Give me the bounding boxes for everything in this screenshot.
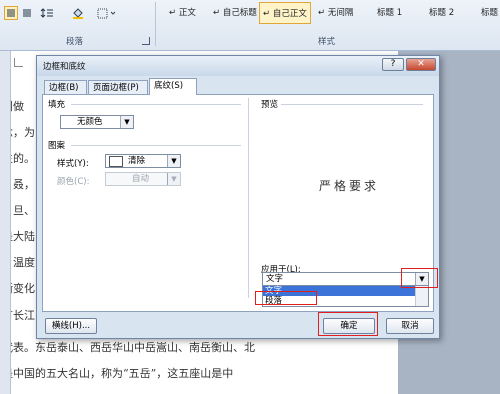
fill-section-label: 填充 bbox=[48, 100, 66, 110]
doc-line: 是中国的五大名山，称为“五岳”，这五座山是中 bbox=[2, 367, 234, 380]
style-own-body[interactable]: ↵ 自己正文 bbox=[259, 2, 311, 24]
dialog-title: 边框和底纹 bbox=[43, 62, 86, 72]
style-own-heading[interactable]: ↵ 自己标题 bbox=[210, 2, 263, 24]
line-spacing-button[interactable] bbox=[40, 6, 62, 22]
tab-page-border[interactable]: 页面边框(P) bbox=[88, 80, 148, 95]
chevron-down-icon[interactable]: ▼ bbox=[167, 173, 180, 185]
help-icon: ? bbox=[390, 59, 396, 69]
line-spacing-icon bbox=[40, 8, 53, 18]
preview-section-divider bbox=[281, 104, 423, 105]
align-justify-button[interactable] bbox=[4, 6, 18, 20]
apply-to-value: 文字 bbox=[266, 274, 284, 284]
fill-color-dropdown[interactable]: 无颜色 ▼ bbox=[60, 115, 134, 129]
preview-area: 严格要求 bbox=[261, 109, 431, 259]
fill-color-value: 无颜色 bbox=[77, 117, 103, 127]
tab-shading[interactable]: 底纹(S) bbox=[149, 78, 197, 95]
pattern-style-value: 清除 bbox=[128, 156, 146, 166]
distributed-align-button[interactable] bbox=[20, 6, 34, 22]
annotation-ok-button bbox=[318, 312, 378, 336]
preview-sample-text: 严格要求 bbox=[319, 179, 380, 193]
vertical-ruler bbox=[0, 51, 11, 394]
pattern-section-divider bbox=[71, 145, 241, 146]
paint-bucket-icon bbox=[73, 8, 83, 19]
pattern-section-label: 图案 bbox=[48, 141, 66, 151]
paragraph-group-label: 段落 bbox=[66, 37, 84, 47]
shading-button[interactable] bbox=[70, 6, 92, 22]
ribbon-group-separator bbox=[155, 2, 156, 46]
distributed-align-icon bbox=[23, 9, 31, 17]
style-no-spacing[interactable]: ↵ 无间隔 bbox=[315, 2, 364, 24]
shading-tab-panel: 填充 无颜色 ▼ 图案 样式(Y): 清除 ▼ 颜色(C): 自动 ▼ 预览 严… bbox=[42, 94, 434, 312]
horizontal-line-button[interactable]: 横线(H)... bbox=[45, 318, 97, 334]
annotation-dropdown-arrow bbox=[401, 268, 438, 288]
styles-group-label: 样式 bbox=[318, 37, 336, 47]
borders-button[interactable] bbox=[96, 6, 120, 22]
style-title[interactable]: 标题 bbox=[478, 2, 500, 24]
dialog-titlebar[interactable]: 边框和底纹 ? ✕ bbox=[37, 56, 439, 76]
chevron-down-icon[interactable]: ▼ bbox=[167, 155, 180, 167]
annotation-paragraph-option bbox=[255, 291, 317, 305]
borders-and-shading-dialog: 边框和底纹 ? ✕ 边框(B) 页面边框(P) 底纹(S) 填充 无颜色 ▼ 图… bbox=[36, 55, 440, 339]
close-button[interactable]: ✕ bbox=[406, 58, 436, 71]
doc-line: 代表。东岳泰山、西岳华山中岳嵩山、南岳衡山、北 bbox=[2, 341, 255, 354]
pattern-style-dropdown[interactable]: 清除 ▼ bbox=[105, 154, 181, 168]
chevron-down-icon[interactable]: ▼ bbox=[120, 116, 133, 128]
ribbon: ↵ 正文 ↵ 自己标题 ↵ 自己正文 ↵ 无间隔 标题 1 标题 2 标题 段落… bbox=[0, 0, 500, 51]
pattern-style-label: 样式(Y): bbox=[57, 159, 89, 169]
column-divider bbox=[248, 98, 249, 298]
style-normal[interactable]: ↵ 正文 bbox=[166, 2, 209, 24]
style-heading-2[interactable]: 标题 2 bbox=[426, 2, 467, 24]
border-icon bbox=[97, 8, 116, 19]
pattern-swatch bbox=[109, 156, 123, 167]
cancel-button[interactable]: 取消 bbox=[386, 318, 434, 334]
pattern-color-value: 自动 bbox=[132, 174, 150, 184]
style-heading-1[interactable]: 标题 1 bbox=[374, 2, 415, 24]
help-button[interactable]: ? bbox=[382, 58, 404, 71]
options-scrollbar[interactable] bbox=[415, 286, 428, 306]
page-corner-mark bbox=[14, 58, 23, 67]
close-icon: ✕ bbox=[417, 59, 425, 69]
fill-section-divider bbox=[71, 104, 241, 105]
tab-borders[interactable]: 边框(B) bbox=[44, 80, 87, 95]
pattern-color-label: 颜色(C): bbox=[57, 177, 90, 187]
paragraph-dialog-launcher-icon[interactable] bbox=[142, 37, 150, 45]
align-justify-icon bbox=[7, 9, 15, 17]
pattern-color-dropdown[interactable]: 自动 ▼ bbox=[105, 172, 181, 186]
